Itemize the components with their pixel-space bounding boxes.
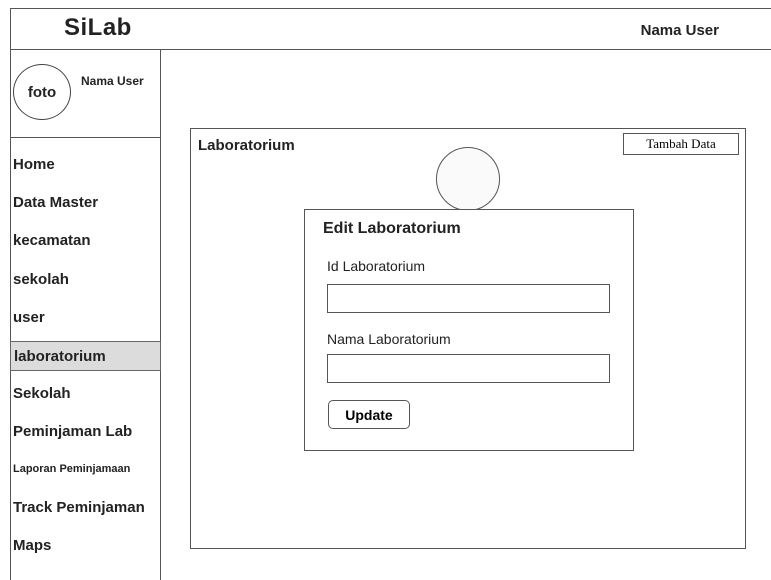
dialog-title: Edit Laboratorium <box>323 220 461 237</box>
top-bar: SiLab Nama User <box>10 8 771 50</box>
profile-name: Nama User <box>81 74 144 88</box>
id-laboratorium-input[interactable] <box>327 284 610 313</box>
sidebar-item-data-master[interactable]: Data Master <box>10 187 161 217</box>
sidebar-item-laporan-peminjamaan[interactable]: Laporan Peminjamaan <box>10 454 161 484</box>
placeholder-circle <box>436 147 500 211</box>
app-logo[interactable]: SiLab <box>64 14 132 42</box>
edit-laboratorium-dialog: Edit Laboratorium Id Laboratorium Nama L… <box>304 209 634 451</box>
panel-title: Laboratorium <box>198 137 295 154</box>
avatar-label: foto <box>27 83 57 101</box>
sidebar-item-peminjaman-lab[interactable]: Peminjaman Lab <box>10 416 161 446</box>
sidebar-item-kecamatan[interactable]: kecamatan <box>10 225 161 255</box>
sidebar-item-laboratorium[interactable]: laboratorium <box>10 341 161 371</box>
sidebar-item-maps[interactable]: Maps <box>10 530 161 560</box>
nama-laboratorium-label: Nama Laboratorium <box>327 331 451 347</box>
sidebar-item-track-peminjaman[interactable]: Track Peminjaman <box>10 492 161 522</box>
nama-laboratorium-input[interactable] <box>327 354 610 383</box>
user-profile: foto Nama User <box>10 50 161 138</box>
tambah-data-button[interactable]: Tambah Data <box>623 133 739 155</box>
sidebar-item-sekolah[interactable]: sekolah <box>10 264 161 294</box>
id-laboratorium-label: Id Laboratorium <box>327 258 426 274</box>
header-user-name[interactable]: Nama User <box>641 22 719 39</box>
sidebar-item-user[interactable]: user <box>10 302 161 332</box>
sidebar-item-home[interactable]: Home <box>10 149 161 179</box>
sidebar: foto Nama User Home Data Master kecamata… <box>10 50 161 580</box>
sidebar-item-sekolah-2[interactable]: Sekolah <box>10 378 161 408</box>
avatar[interactable]: foto <box>13 64 71 120</box>
update-button[interactable]: Update <box>328 400 410 429</box>
